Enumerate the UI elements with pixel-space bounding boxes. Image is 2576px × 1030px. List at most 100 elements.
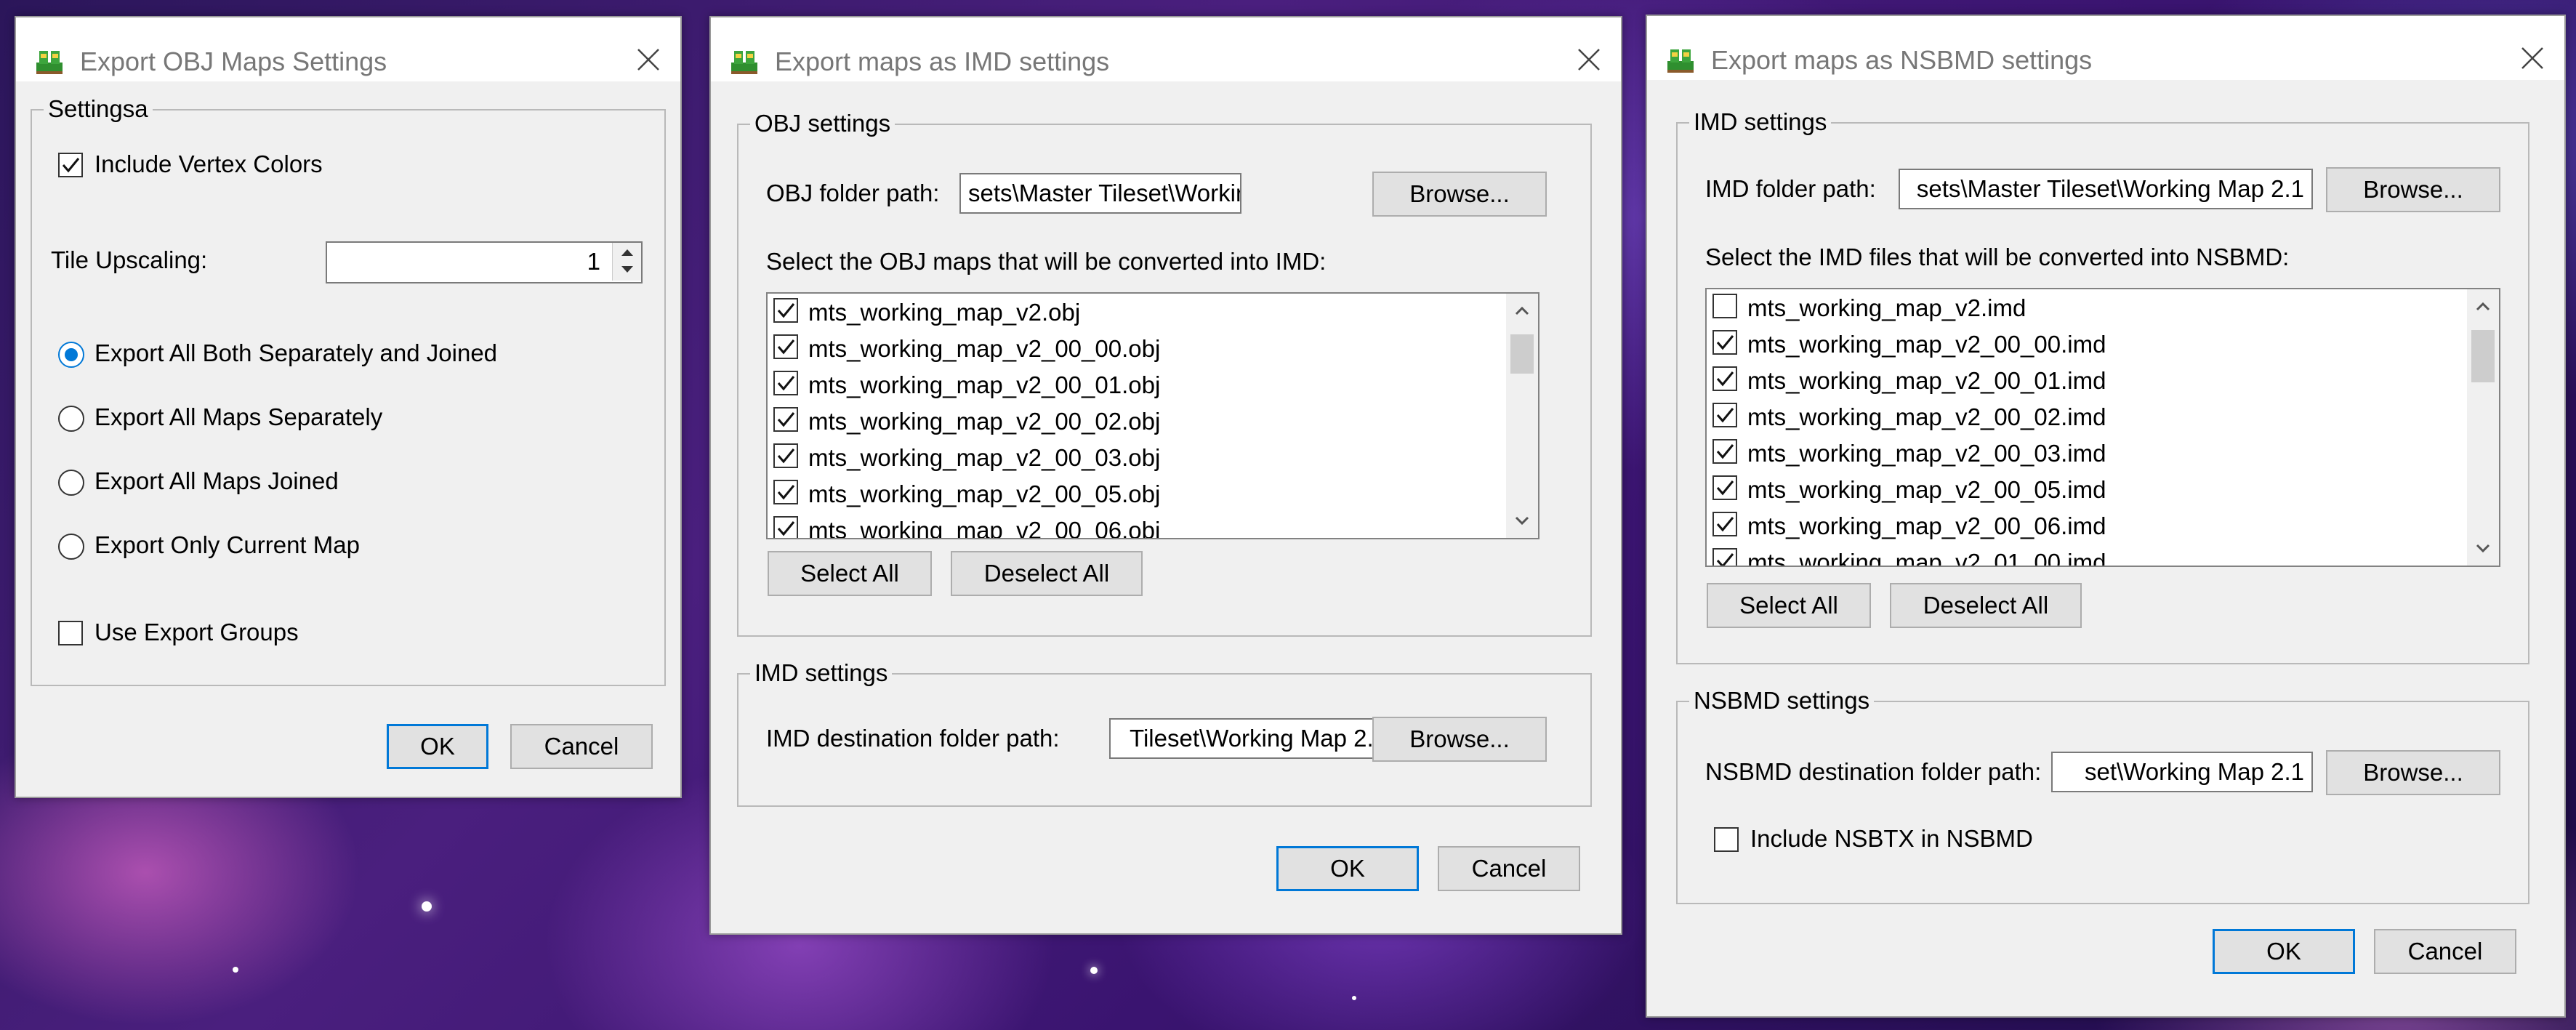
title-bar: Export maps as NSBMD settings xyxy=(1647,16,2564,80)
spin-down-icon[interactable] xyxy=(620,265,635,275)
spin-up-icon[interactable] xyxy=(620,247,635,257)
scroll-thumb[interactable] xyxy=(2471,330,2495,382)
select-obj-prompt: Select the OBJ maps that will be convert… xyxy=(766,248,1327,275)
file-name: mts_working_map_v2_00_05.imd xyxy=(1747,476,2106,503)
cancel-button[interactable]: Cancel xyxy=(510,724,653,769)
title-bar: Export OBJ Maps Settings xyxy=(16,17,680,81)
browse-imd-button[interactable]: Browse... xyxy=(2326,167,2500,212)
imd-dest-field[interactable]: Tileset\Working Map 2.1 xyxy=(1109,718,1396,759)
file-name: mts_working_map_v2_00_01.imd xyxy=(1747,367,2106,394)
radio-export-both[interactable] xyxy=(58,342,84,368)
ok-button[interactable]: OK xyxy=(2213,929,2355,974)
group-title: IMD settings xyxy=(1689,109,1832,135)
obj-file-list[interactable]: mts_working_map_v2.obj mts_working_map_v… xyxy=(766,292,1539,539)
file-name: mts_working_map_v2_00_06.imd xyxy=(1747,512,2106,539)
browse-nsbmd-button[interactable]: Browse... xyxy=(2326,750,2500,795)
file-name: mts_working_map_v2_00_00.obj xyxy=(808,335,1161,362)
file-checkbox[interactable] xyxy=(1712,330,1737,355)
app-icon xyxy=(731,51,757,74)
tile-upscaling-label: Tile Upscaling: xyxy=(51,246,208,273)
settings-group: Settingsa Include Vertex Colors Tile Ups… xyxy=(31,96,666,686)
file-checkbox[interactable] xyxy=(1712,366,1737,391)
imd-folder-field[interactable]: sets\Master Tileset\Working Map 2.1 xyxy=(1899,169,2313,209)
file-checkbox[interactable] xyxy=(773,298,798,323)
file-name: mts_working_map_v2_00_05.obj xyxy=(808,480,1161,507)
use-export-groups-checkbox[interactable] xyxy=(58,621,83,645)
app-icon xyxy=(1667,49,1694,73)
export-obj-maps-dialog: Export OBJ Maps Settings Settingsa Inclu… xyxy=(15,16,682,798)
file-name: mts_working_map_v2_01_00.imd xyxy=(1747,549,2106,567)
radio-label-export-current: Export Only Current Map xyxy=(94,531,360,558)
select-all-button[interactable]: Select All xyxy=(1707,583,1871,628)
file-name: mts_working_map_v2.obj xyxy=(808,299,1081,326)
include-nsbtx-label: Include NSBTX in NSBMD xyxy=(1750,825,2033,852)
cancel-button[interactable]: Cancel xyxy=(1438,846,1580,891)
close-icon[interactable] xyxy=(2518,44,2547,73)
radio-export-current[interactable] xyxy=(58,534,84,560)
app-icon xyxy=(36,51,63,74)
list-scrollbar[interactable] xyxy=(1506,294,1538,538)
nsbmd-dest-label: NSBMD destination folder path: xyxy=(1705,758,2042,785)
tile-upscaling-stepper[interactable]: 1 xyxy=(326,241,643,283)
radio-export-joined[interactable] xyxy=(58,470,84,496)
scroll-up-icon[interactable] xyxy=(2474,298,2492,315)
radio-label-export-both: Export All Both Separately and Joined xyxy=(94,339,498,366)
browse-obj-button[interactable]: Browse... xyxy=(1372,172,1547,217)
cancel-button[interactable]: Cancel xyxy=(2374,929,2516,974)
file-name: mts_working_map_v2_00_06.obj xyxy=(808,517,1161,539)
obj-settings-group: OBJ settings OBJ folder path: sets\Maste… xyxy=(737,110,1592,637)
group-title: NSBMD settings xyxy=(1689,688,1875,714)
file-checkbox[interactable] xyxy=(773,371,798,395)
window-title: Export OBJ Maps Settings xyxy=(80,47,387,76)
file-checkbox[interactable] xyxy=(1712,294,1737,318)
background-star xyxy=(233,967,238,973)
list-scrollbar[interactable] xyxy=(2467,289,2499,566)
file-checkbox[interactable] xyxy=(773,516,798,538)
imd-settings-group: IMD settings IMD destination folder path… xyxy=(737,660,1592,807)
radio-label-export-separately: Export All Maps Separately xyxy=(94,403,383,430)
file-name: mts_working_map_v2_00_01.obj xyxy=(808,371,1161,398)
background-star xyxy=(1352,996,1356,1000)
file-checkbox[interactable] xyxy=(773,443,798,468)
background-star xyxy=(1090,967,1098,974)
browse-imd-button[interactable]: Browse... xyxy=(1372,717,1547,762)
imd-settings-group: IMD settings IMD folder path: sets\Maste… xyxy=(1676,109,2529,664)
file-checkbox[interactable] xyxy=(1712,439,1737,464)
file-name: mts_working_map_v2_00_03.obj xyxy=(808,444,1161,471)
file-name: mts_working_map_v2_00_03.imd xyxy=(1747,440,2106,467)
file-name: mts_working_map_v2_00_00.imd xyxy=(1747,331,2106,358)
ok-button[interactable]: OK xyxy=(387,724,488,769)
obj-folder-label: OBJ folder path: xyxy=(766,180,940,206)
group-title: Settingsa xyxy=(44,96,153,122)
include-vertex-colors-checkbox[interactable] xyxy=(58,153,83,177)
select-all-button[interactable]: Select All xyxy=(768,551,932,596)
include-nsbtx-checkbox[interactable] xyxy=(1714,827,1739,852)
tile-upscaling-value: 1 xyxy=(587,248,600,275)
scroll-down-icon[interactable] xyxy=(1513,512,1531,529)
group-title: OBJ settings xyxy=(750,110,895,137)
deselect-all-button[interactable]: Deselect All xyxy=(1890,583,2082,628)
spin-buttons[interactable] xyxy=(612,243,641,281)
scroll-down-icon[interactable] xyxy=(2474,539,2492,557)
file-checkbox[interactable] xyxy=(1712,512,1737,536)
file-checkbox[interactable] xyxy=(773,480,798,504)
close-icon[interactable] xyxy=(634,45,663,74)
scroll-thumb[interactable] xyxy=(1510,334,1534,374)
scroll-up-icon[interactable] xyxy=(1513,302,1531,320)
file-checkbox[interactable] xyxy=(773,407,798,432)
file-name: mts_working_map_v2_00_02.obj xyxy=(808,408,1161,435)
obj-folder-field[interactable]: sets\Master Tileset\Working Map 2.1 xyxy=(959,173,1241,214)
imd-file-list[interactable]: mts_working_map_v2.imd mts_working_map_v… xyxy=(1705,288,2500,567)
radio-export-separately[interactable] xyxy=(58,406,84,432)
ok-button[interactable]: OK xyxy=(1276,846,1419,891)
imd-folder-label: IMD folder path: xyxy=(1705,175,1876,202)
background-star xyxy=(422,901,432,912)
nsbmd-dest-field[interactable]: set\Working Map 2.1 xyxy=(2051,752,2313,792)
file-name: mts_working_map_v2_00_02.imd xyxy=(1747,403,2106,430)
file-checkbox[interactable] xyxy=(1712,403,1737,427)
file-checkbox[interactable] xyxy=(1712,548,1737,566)
file-checkbox[interactable] xyxy=(1712,475,1737,500)
deselect-all-button[interactable]: Deselect All xyxy=(951,551,1143,596)
close-icon[interactable] xyxy=(1574,45,1603,74)
file-checkbox[interactable] xyxy=(773,334,798,359)
